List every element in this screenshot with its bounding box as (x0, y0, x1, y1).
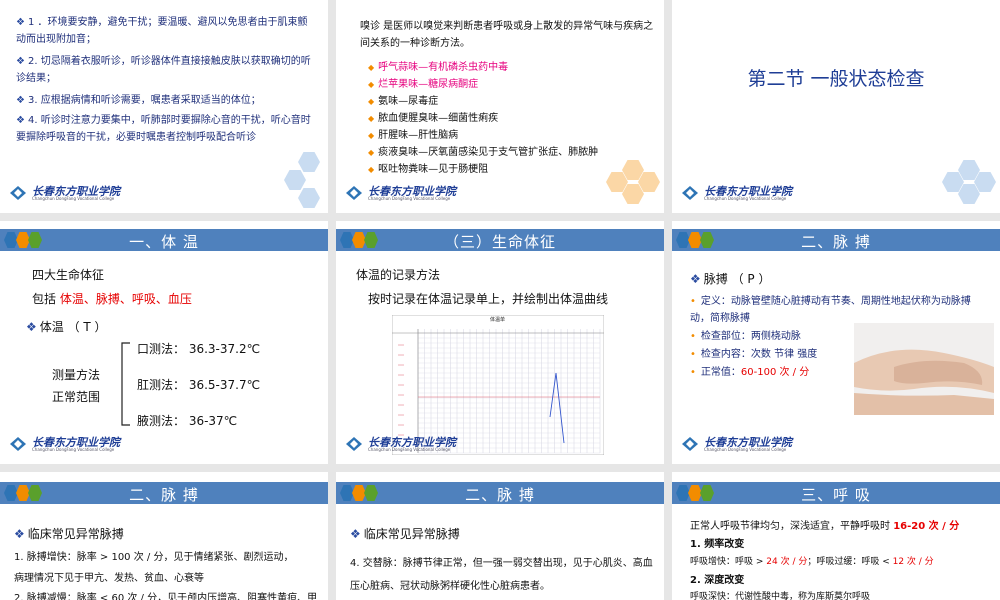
range-label: 正常范围 (52, 390, 101, 404)
hexagon-decoration (298, 152, 320, 172)
vital-signs-heading: 四大生命体征 (32, 268, 105, 282)
note-item-4: ❖ 4. 听诊时注意力要集中，听肺部时要摒除心音的干扰，听心音时要摒除呼吸音的干扰… (16, 115, 311, 143)
oral-method: 口测法： 36.3-37.2℃ (137, 342, 261, 356)
slide-section-title[interactable]: 第二节 一般状态检查 长春东方职业学院 Changchun DongFang V… (672, 0, 1000, 213)
note-item-3: ❖ 3. 应根据病情和听诊需要，嘱患者采取适当的体位； (16, 95, 261, 106)
college-emblem-icon (346, 437, 362, 451)
college-emblem-icon (682, 186, 698, 200)
hexagon-decoration (638, 172, 660, 192)
smell-item: ◆ 呕吐物粪味—见于肠梗阻 (368, 164, 489, 175)
smell-item: ◆ 烂苹果味—糖尿病酮症 (368, 79, 479, 90)
abnormal-pulse-subhead: ❖ 临床常见异常脉搏 (14, 527, 124, 541)
pulse-subhead: ❖ 脉搏 （ P ） (690, 272, 771, 286)
axillary-method: 腋测法： 36-37℃ (137, 414, 238, 428)
note-item-1: ❖ 1 ．环境要安静，避免干扰；要温暖、避风以免思者由于肌束颤动而出现附加音； (16, 17, 308, 45)
hexagon-decoration (942, 172, 964, 192)
pulse-content: • 检查内容：次数 节律 强度 (690, 349, 818, 360)
slide-pulse[interactable]: 二、脉 搏 ❖ 脉搏 （ P ） • 定义：动脉管壁随心脏搏动有节奏、周期性地起伏称… (672, 221, 1000, 464)
record-method-text: 按时记录在体温记录单上，并绘制出体温曲线 (368, 292, 609, 306)
hexagon-decoration (958, 184, 980, 204)
pulse-normal: • 正常值：60-100 次 / 分 (690, 367, 810, 378)
smell-item: ◆ 痰液臭味—厌氧菌感染见于支气管扩张症、肺脓肿 (368, 147, 599, 158)
slide-header: （三）生命体征 (336, 229, 664, 251)
rate-change-heading: 1. 频率改变 (690, 539, 745, 550)
rectal-method: 肛测法： 36.5-37.7℃ (137, 378, 261, 392)
measure-label: 测量方法 (52, 368, 101, 382)
vital-signs-list: 包括 体温、脉搏、呼吸、血压 (32, 292, 192, 306)
smell-item: ◆ 脓血便腥臭味—细菌性痢疾 (368, 113, 499, 124)
slide-header: 二、脉 搏 (672, 229, 1000, 251)
smell-item: ◆ 氨味—尿毒症 (368, 96, 439, 107)
bracket (121, 342, 130, 426)
depth-change-heading: 2. 深度改变 (690, 575, 745, 586)
section-title: 第二节 一般状态检查 (747, 68, 925, 90)
slide-header: 二、脉 搏 (0, 482, 328, 504)
hexagon-decoration (622, 160, 644, 180)
slide-abnormal-pulse-2[interactable]: 二、脉 搏 ❖ 临床常见异常脉搏 4. 交替脉：脉搏节律正常，但一强一弱交替出现，… (336, 472, 664, 600)
slide-header: 二、脉 搏 (336, 482, 664, 504)
bradycardia-text: 2. 脉搏减慢：脉率 < 60 次 / 分，见于颅内压增高、阻塞性黄疸、甲 (14, 593, 318, 600)
olfactory-intro: 嗅诊 是医师以嗅觉来判断患者呼吸或身上散发的异常气味与疾病之间关系的一种诊断方法… (360, 21, 654, 49)
slide-olfactory-exam[interactable]: 嗅诊 是医师以嗅觉来判断患者呼吸或身上散发的异常气味与疾病之间关系的一种诊断方法… (336, 0, 664, 213)
college-emblem-icon (10, 437, 26, 451)
pulsus-alternans-causes: 压心脏病、冠状动脉粥样硬化性心脏病患者。 (350, 581, 550, 592)
college-emblem-icon (682, 437, 698, 451)
pulse-definition: • 定义：动脉管壁随心脏搏动有节奏、周期性地起伏称为动脉搏动，简称脉搏 (690, 296, 971, 324)
pulsus-alternans-text: 4. 交替脉：脉搏节律正常，但一强一弱交替出现，见于心肌炎、高血 (350, 558, 653, 569)
hexagon-decoration (958, 160, 980, 180)
tachycardia-causes: 病理情况下见于甲亢、发热、贫血、心衰等 (14, 573, 204, 584)
slide-body-temperature[interactable]: 一、体 温 四大生命体征 包括 体温、脉搏、呼吸、血压 ❖ 体温 （ T ） 测量… (0, 221, 328, 464)
college-emblem-icon (10, 186, 26, 200)
depth-change-text: 呼吸深快：代谢性酸中毒，称为库斯莫尔呼吸 (690, 592, 871, 600)
slide-header-title: （三）生命体征 (443, 233, 556, 251)
college-emblem-icon (346, 186, 362, 200)
record-method-heading: 体温的记录方法 (356, 268, 441, 282)
pulse-site: • 检查部位：两侧桡动脉 (690, 331, 801, 342)
temperature-sheet-title: 体温单 (490, 316, 505, 323)
abnormal-pulse-subhead: ❖ 临床常见异常脉搏 (350, 527, 460, 541)
wrist-pulse-photo (854, 323, 994, 415)
slide-header: 三、呼 吸 (672, 482, 1000, 504)
slide-header: 一、体 温 (0, 229, 328, 251)
smell-item: ◆ 呼气蒜味—有机磷杀虫药中毒 (368, 62, 509, 73)
slide-respiration[interactable]: 三、呼 吸 正常人呼吸节律均匀，深浅适宜，平静呼吸时 16-20 次 / 分 1… (672, 472, 1000, 600)
hexagon-decoration (974, 172, 996, 192)
temperature-subhead: ❖ 体温 （ T ） (26, 320, 107, 334)
slide-header-title: 一、体 温 (129, 233, 199, 251)
smell-item: ◆ 肝腥味—肝性脑病 (368, 130, 459, 141)
slide-abnormal-pulse-1[interactable]: 二、脉 搏 ❖ 临床常见异常脉搏 1. 脉搏增快：脉率 > 100 次 / 分，见… (0, 472, 328, 600)
hexagon-decoration (298, 188, 320, 208)
tachycardia-text: 1. 脉搏增快：脉率 > 100 次 / 分，见于情绪紧张、剧烈运动， (14, 552, 294, 563)
note-item-2: ❖ 2. 切忌隔着衣服听诊，听诊器体件直接接触皮肤以获取确切的听诊结果； (16, 56, 311, 84)
respiration-intro: 正常人呼吸节律均匀，深浅适宜，平静呼吸时 16-20 次 / 分 (690, 521, 960, 532)
hexagon-decoration (606, 172, 628, 192)
hexagon-decoration (284, 170, 306, 190)
rate-change-text: 呼吸增快：呼吸 > 24 次 / 分；呼吸过缓：呼吸 < 12 次 / 分 (690, 557, 934, 567)
slide-header-title: 三、呼 吸 (801, 486, 871, 504)
hexagon-decoration (622, 184, 644, 204)
slide-temperature-record[interactable]: （三）生命体征 体温的记录方法 按时记录在体温记录单上，并绘制出体温曲线 体温单… (336, 221, 664, 464)
slide-header-title: 二、脉 搏 (801, 233, 871, 251)
slide-header-title: 二、脉 搏 (465, 486, 535, 504)
slide-auscultation-notes[interactable]: ❖ 1 ．环境要安静，避免干扰；要温暖、避风以免思者由于肌束颤动而出现附加音； ❖… (0, 0, 328, 213)
slide-header-title: 二、脉 搏 (129, 486, 199, 504)
